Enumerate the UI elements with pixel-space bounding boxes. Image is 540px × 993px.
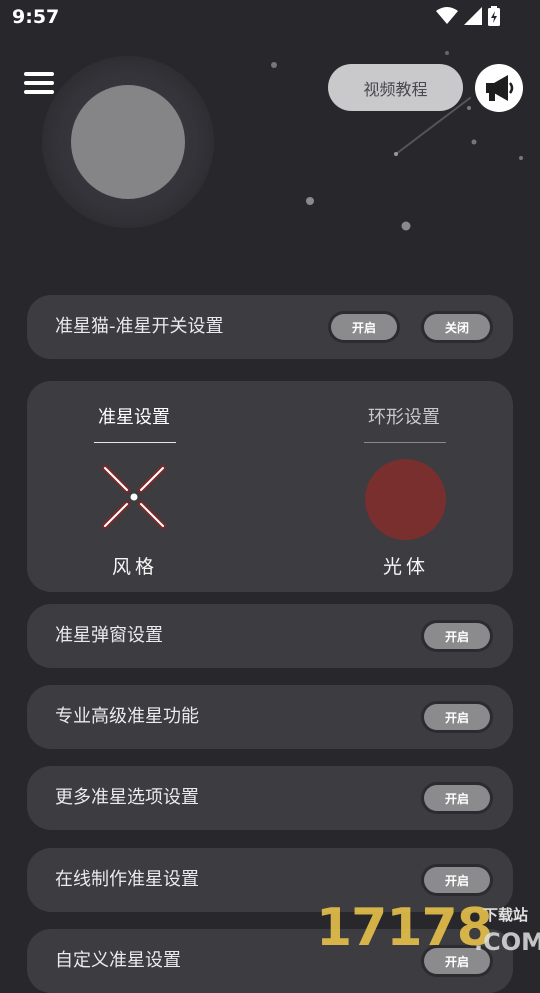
site-watermark: 17178 下载站 .COM — [316, 898, 540, 960]
glow-color-swatch[interactable] — [365, 459, 446, 540]
enable-button-label: 开启 — [424, 785, 490, 811]
setting-row-label: 专业高级准星功能 — [55, 706, 199, 727]
enable-button[interactable]: 开启 — [421, 864, 493, 896]
setting-row-more-options: 更多准星选项设置 开启 — [27, 766, 513, 830]
watermark-domain: .COM — [474, 928, 540, 956]
setting-row-label: 更多准星选项设置 — [55, 787, 199, 808]
master-toggle-label: 准星猫-准星开关设置 — [55, 316, 224, 337]
setting-row-label: 自定义准星设置 — [55, 950, 181, 971]
setting-row-label: 在线制作准星设置 — [55, 869, 199, 890]
tab-ring-settings[interactable]: 环形设置 — [364, 403, 444, 429]
master-off-button[interactable]: 关闭 — [421, 311, 493, 343]
setting-row-label: 准星弹窗设置 — [55, 625, 163, 646]
master-toggle-card: 准星猫-准星开关设置 开启 关闭 — [27, 295, 513, 359]
enable-button[interactable]: 开启 — [421, 701, 493, 733]
setting-row-advanced: 专业高级准星功能 开启 — [27, 685, 513, 749]
tab-crosshair-underline — [94, 442, 176, 443]
watermark-site-label: 下载站 — [483, 906, 529, 924]
tab-ring-underline — [364, 442, 446, 443]
announcement-button[interactable] — [475, 64, 523, 112]
starfield-decoration — [271, 51, 523, 231]
enable-button-label: 开启 — [424, 704, 490, 730]
enable-button-label: 开启 — [424, 623, 490, 649]
video-tutorial-button[interactable]: 视频教程 — [328, 64, 463, 111]
crosshair-settings-panel: 准星设置 环形设置 风格 光体 — [27, 381, 513, 592]
enable-button[interactable]: 开启 — [421, 782, 493, 814]
tab-crosshair-settings[interactable]: 准星设置 — [94, 403, 174, 429]
megaphone-icon — [486, 75, 514, 101]
master-off-label: 关闭 — [424, 314, 490, 340]
glow-label: 光体 — [382, 556, 429, 578]
master-on-button[interactable]: 开启 — [328, 311, 400, 343]
enable-button[interactable]: 开启 — [421, 620, 493, 652]
master-on-label: 开启 — [331, 314, 397, 340]
crosshair-style-icon[interactable] — [100, 463, 168, 531]
style-label: 风格 — [111, 556, 158, 578]
setting-row-popup: 准星弹窗设置 开启 — [27, 604, 513, 668]
watermark-number: 17178 — [316, 898, 493, 958]
enable-button-label: 开启 — [424, 867, 490, 893]
